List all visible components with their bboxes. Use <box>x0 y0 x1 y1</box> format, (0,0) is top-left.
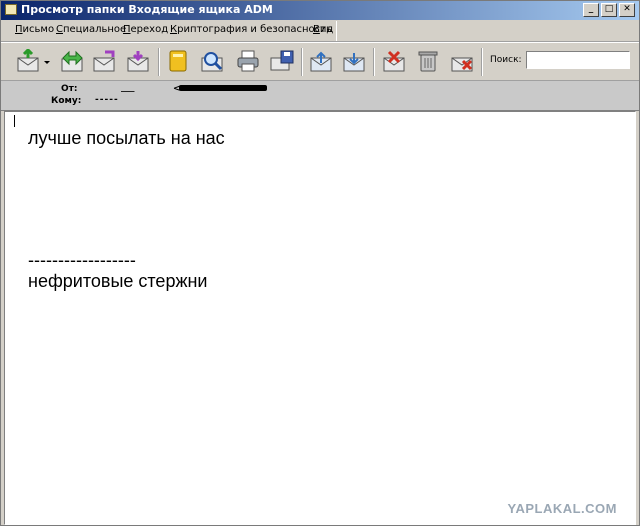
message-separator: ------------------ <box>28 250 136 270</box>
mail-envelope-icon[interactable] <box>125 49 151 73</box>
menu-divider <box>336 21 639 41</box>
window-controls: _ □ ✕ <box>583 3 635 17</box>
title-bar[interactable]: Просмотр папки Входящие ящика ADM _ □ ✕ <box>1 1 639 20</box>
mail-window: Просмотр папки Входящие ящика ADM _ □ ✕ … <box>0 0 640 526</box>
notebook-icon[interactable] <box>165 49 191 73</box>
menu-bar: Письмо Специальное Переход Криптография … <box>1 21 639 42</box>
toolbar-separator <box>373 48 375 76</box>
search-input[interactable] <box>526 51 630 69</box>
search-label: Поиск: <box>490 55 522 65</box>
mail-check-icon[interactable] <box>341 49 367 73</box>
window-title: Просмотр папки Входящие ящика ADM <box>21 3 273 16</box>
mail-up-icon[interactable] <box>308 49 334 73</box>
to-label: Кому: <box>51 96 82 106</box>
find-mail-icon[interactable] <box>199 49 225 73</box>
menu-item-letter[interactable]: Письмо <box>15 24 54 35</box>
redacted-email <box>179 85 267 91</box>
message-body[interactable]: лучше посылать на нас ------------------… <box>4 111 636 525</box>
watermark: YAPLAKAL.COM <box>507 501 617 516</box>
close-button[interactable]: ✕ <box>619 3 635 17</box>
menu-item-goto[interactable]: Переход <box>123 24 168 35</box>
menu-item-view[interactable]: Вид <box>313 24 333 35</box>
mail-receive-icon[interactable] <box>15 49 41 73</box>
message-line-2: нефритовые стержни <box>28 271 208 291</box>
minimize-button[interactable]: _ <box>583 3 599 17</box>
printer-icon[interactable] <box>235 49 261 73</box>
toolbar-separator <box>481 48 483 76</box>
from-value: ___ <box>121 83 135 93</box>
to-value: ----- <box>95 95 119 105</box>
toolbar-separator <box>301 48 303 76</box>
save-mail-icon[interactable] <box>269 49 295 73</box>
mail-folder-icon <box>5 4 17 15</box>
text-caret <box>14 115 15 127</box>
trash-icon[interactable] <box>415 49 441 73</box>
toolbar-separator <box>158 48 160 76</box>
menu-item-crypto[interactable]: Криптография и безопасность <box>170 24 332 35</box>
menu-item-special[interactable]: Специальное <box>56 24 126 35</box>
delete-mail-icon[interactable] <box>381 49 407 73</box>
forward-green-icon[interactable] <box>59 49 85 73</box>
toolbar: Поиск: <box>1 42 639 81</box>
maximize-button[interactable]: □ <box>601 3 617 17</box>
from-label: От: <box>61 84 78 94</box>
message-header: От: ___ < Кому: ----- <box>1 81 639 111</box>
mail-open-icon[interactable] <box>91 49 117 73</box>
dropdown-arrow-icon[interactable] <box>43 49 51 73</box>
message-line-1: лучше посылать на нас <box>28 128 225 148</box>
mail-cross-icon[interactable] <box>449 49 475 73</box>
